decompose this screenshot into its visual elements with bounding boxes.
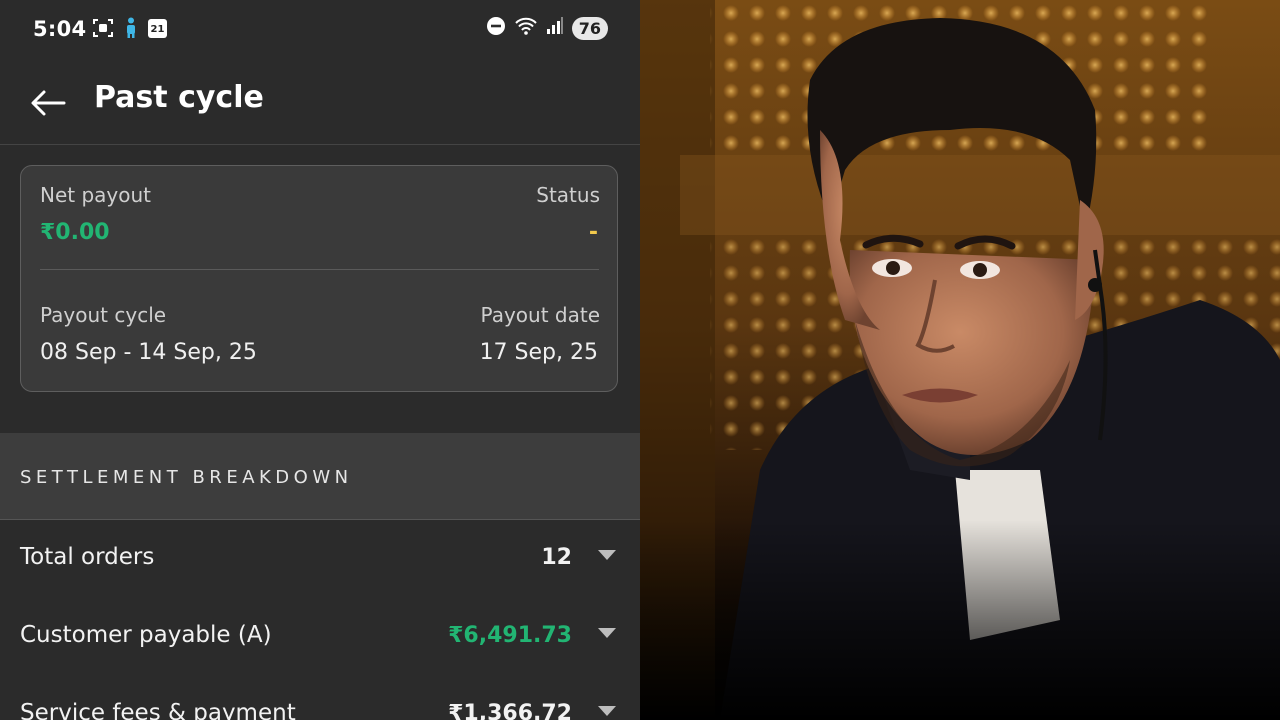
payout-cycle-value: 08 Sep - 14 Sep, 25 xyxy=(40,340,257,365)
page-title: Past cycle xyxy=(94,80,264,115)
person-photo xyxy=(640,0,1280,720)
settlement-breakdown-header: SETTLEMENT BREAKDOWN xyxy=(0,433,640,520)
status-bar: 5:04 21 76 xyxy=(0,0,640,62)
chevron-down-icon[interactable] xyxy=(598,550,616,560)
row-label: Total orders xyxy=(20,544,155,570)
phone-screen: 5:04 21 76 Past cycle Net payout ₹0.00 S… xyxy=(0,0,640,720)
signal-icon xyxy=(546,17,564,40)
status-label: Status xyxy=(536,183,600,207)
payout-summary-card: Net payout ₹0.00 Status - Payout cycle 0… xyxy=(20,165,618,392)
row-value: ₹6,491.73 xyxy=(448,623,572,648)
row-value: ₹1,366.72 xyxy=(448,701,572,720)
row-label: Customer payable (A) xyxy=(20,622,272,648)
back-arrow-icon[interactable] xyxy=(28,84,68,124)
net-payout-value: ₹0.00 xyxy=(40,220,110,245)
battery-level: 76 xyxy=(571,17,608,40)
status-value: - xyxy=(588,220,598,245)
settlement-row-service-fees[interactable]: Service fees & payment ₹1,366.72 xyxy=(0,676,640,720)
section-title: SETTLEMENT BREAKDOWN xyxy=(20,467,353,488)
settlement-row-total-orders[interactable]: Total orders 12 xyxy=(0,520,640,599)
payout-date-value: 17 Sep, 25 xyxy=(479,340,598,365)
chevron-down-icon[interactable] xyxy=(598,706,616,716)
payout-cycle-label: Payout cycle xyxy=(40,303,167,327)
net-payout-label: Net payout xyxy=(40,183,152,207)
wifi-icon xyxy=(514,16,538,41)
calendar-icon: 21 xyxy=(148,19,167,38)
do-not-disturb-icon xyxy=(486,16,506,41)
settlement-row-customer-payable[interactable]: Customer payable (A) ₹6,491.73 xyxy=(0,598,640,677)
chevron-down-icon[interactable] xyxy=(598,628,616,638)
status-time: 5:04 xyxy=(33,17,87,41)
card-divider xyxy=(40,269,599,270)
screenshot-icon xyxy=(92,17,114,44)
calendar-day: 21 xyxy=(148,19,167,38)
person-icon xyxy=(124,17,138,44)
row-value: 12 xyxy=(541,545,572,570)
row-label: Service fees & payment xyxy=(20,700,296,720)
payout-date-label: Payout date xyxy=(480,303,600,327)
status-right-group: 76 xyxy=(486,16,608,41)
app-bar: Past cycle xyxy=(0,62,640,145)
